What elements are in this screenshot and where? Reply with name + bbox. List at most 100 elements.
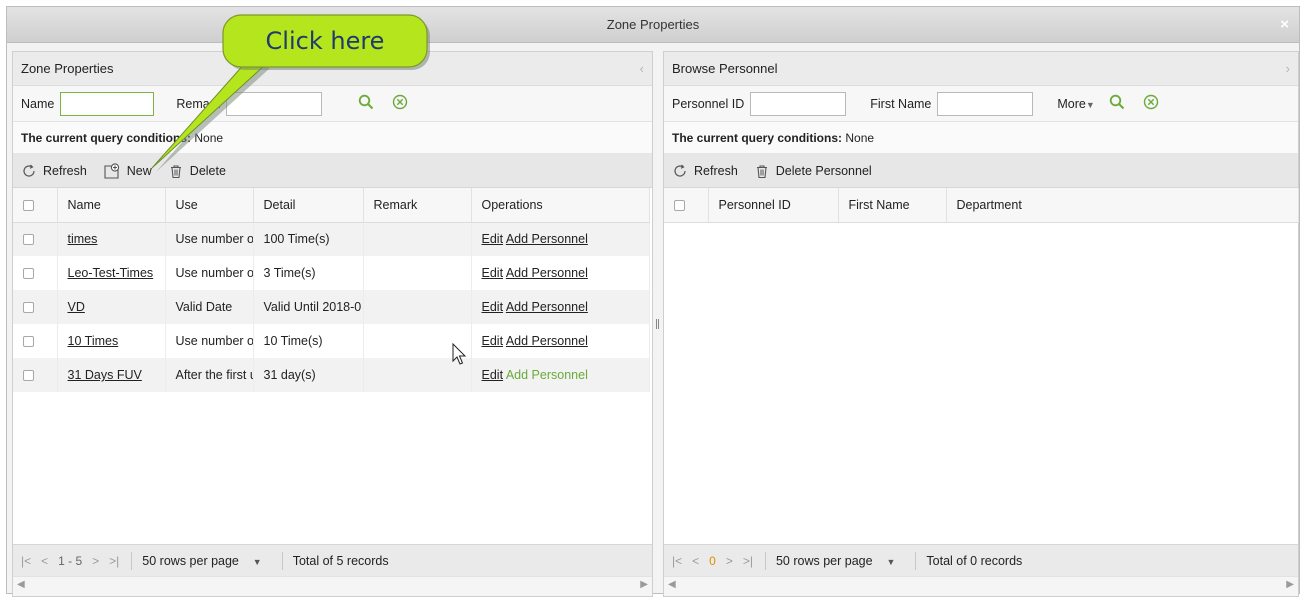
column-header[interactable]: Use [165,188,254,223]
add-personnel-link[interactable]: Add Personnel [506,266,588,280]
add-personnel-link[interactable]: Add Personnel [506,300,588,314]
row-checkbox[interactable] [23,302,34,314]
remark-cell [363,256,472,290]
select-all-checkbox[interactable] [674,199,685,211]
add-personnel-link[interactable]: Add Personnel [506,368,588,382]
table-header-row: Personnel ID First Name Department [664,188,1299,223]
caret-down-icon: ▼ [1085,99,1095,110]
zone-name-link[interactable]: 31 Days FUV [68,368,142,382]
column-header[interactable]: Remark [363,188,472,223]
detail-cell: 100 Time(s) [253,222,364,256]
close-icon[interactable]: × [1280,7,1289,43]
collapse-right-icon[interactable]: › [1286,52,1290,86]
divider [764,551,766,570]
column-header[interactable]: Name [57,188,166,223]
last-page-icon[interactable]: >| [109,554,119,568]
scroll-right-icon[interactable]: ▶ [1286,579,1294,590]
chevron-down-icon: ▼ [886,556,896,567]
zone-name-link[interactable]: VD [68,300,85,314]
toolbar: Refresh Delete Personnel [664,154,1298,188]
rows-per-page-select[interactable]: 50 rows per page ▼ [142,554,261,568]
scroll-left-icon[interactable]: ◀ [668,579,676,590]
conditions-label: The current query conditions: [672,131,843,145]
pagination-bar: |< < 1 - 5 > >| 50 rows per page ▼ Total… [13,544,652,576]
zone-name-link[interactable]: Leo-Test-Times [68,266,154,280]
total-records: Total of 0 records [926,553,1023,568]
use-cell: After the first u [165,358,254,392]
click-here-callout: Click here [222,14,434,74]
row-checkbox[interactable] [23,268,34,280]
edit-link[interactable]: Edit [482,334,504,348]
conditions-value: None [845,131,875,145]
refresh-button[interactable]: Refresh [672,163,738,179]
prev-page-icon[interactable]: < [41,554,48,568]
detail-cell: Valid Until 2018-0 [253,290,364,324]
query-conditions: The current query conditions: None [664,122,1298,154]
first-page-icon[interactable]: |< [672,554,682,568]
scroll-left-icon[interactable]: ◀ [17,579,25,590]
more-filters-button[interactable]: More▼ [1057,97,1094,111]
divider [281,551,283,570]
select-all-cell [664,188,709,223]
first-page-icon[interactable]: |< [21,554,31,568]
use-cell: Use number o [165,222,254,256]
next-page-icon[interactable]: > [726,554,733,568]
use-cell: Use number o [165,256,254,290]
personnel-id-input[interactable] [750,91,847,116]
rows-per-page-select[interactable]: 50 rows per page ▼ [776,554,895,568]
zone-name-link[interactable]: 10 Times [68,334,119,348]
column-header[interactable]: First Name [838,188,947,223]
scroll-right-icon[interactable]: ▶ [640,579,648,590]
panel-title: Browse Personnel [672,61,778,76]
column-header[interactable]: Operations [471,188,650,223]
first-name-input[interactable] [937,91,1034,116]
column-header[interactable]: Detail [253,188,364,223]
table-row[interactable]: times Use number o 100 Time(s) Edit Add … [13,222,650,256]
row-checkbox[interactable] [23,234,34,246]
pagination-bar: |< < 0 > >| 50 rows per page ▼ Total of … [664,544,1298,576]
table-row[interactable]: Leo-Test-Times Use number o 3 Time(s) Ed… [13,256,650,290]
total-records: Total of 5 records [292,553,389,568]
search-icon[interactable] [1109,94,1125,113]
dialog-title: Zone Properties [606,17,700,32]
column-header[interactable]: Personnel ID [708,188,839,223]
clear-search-icon[interactable] [1143,94,1159,113]
chevron-down-icon: ▼ [252,556,262,567]
zone-table: Name Use Detail Remark Operations times … [13,188,650,392]
delete-personnel-label: Delete Personnel [775,163,872,178]
more-label: More [1057,96,1086,111]
next-page-icon[interactable]: > [92,554,99,568]
table-row[interactable]: 31 Days FUV After the first u 31 day(s) … [13,358,650,392]
row-checkbox[interactable] [23,336,34,348]
add-personnel-link[interactable]: Add Personnel [506,232,588,246]
table-row[interactable]: 10 Times Use number o 10 Time(s) Edit Ad… [13,324,650,358]
search-bar: Personnel ID First Name More▼ [664,86,1298,122]
detail-cell: 3 Time(s) [253,256,364,290]
personnel-table: Personnel ID First Name Department [664,188,1299,223]
divider [131,551,133,570]
divider [915,551,917,570]
collapse-left-icon[interactable]: ‹ [640,52,644,86]
horizontal-scrollbar[interactable]: ◀ ▶ [664,576,1298,596]
add-personnel-link[interactable]: Add Personnel [506,334,588,348]
edit-link[interactable]: Edit [482,266,504,280]
edit-link[interactable]: Edit [482,300,504,314]
zone-name-link[interactable]: times [68,232,98,246]
use-cell: Valid Date [165,290,254,324]
current-page: 0 [709,553,716,568]
delete-personnel-button[interactable]: Delete Personnel [754,163,872,179]
last-page-icon[interactable]: >| [743,554,753,568]
trash-icon [756,164,767,178]
splitter-grip-icon [656,319,659,329]
edit-link[interactable]: Edit [482,232,504,246]
row-checkbox[interactable] [23,370,34,382]
select-all-checkbox[interactable] [23,199,34,211]
column-header[interactable]: Department [946,188,1299,223]
mouse-cursor-icon [452,343,467,365]
panel-splitter[interactable] [655,51,661,597]
select-all-cell [13,188,58,223]
edit-link[interactable]: Edit [482,368,504,382]
horizontal-scrollbar[interactable]: ◀ ▶ [13,576,652,596]
prev-page-icon[interactable]: < [692,554,699,568]
table-row[interactable]: VD Valid Date Valid Until 2018-0 Edit Ad… [13,290,650,324]
